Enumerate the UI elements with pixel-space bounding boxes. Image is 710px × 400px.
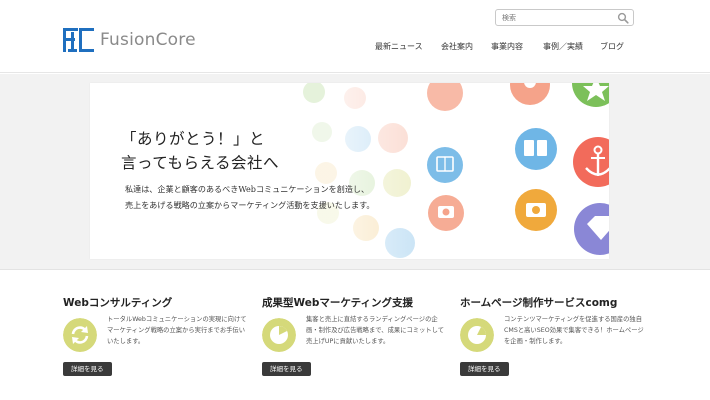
nav-item-blog[interactable]: ブログ bbox=[600, 41, 624, 52]
service-desc: コンテンツマーケティングを促進する国産の独自CMSと高いSEO効果で集客できる！… bbox=[504, 316, 644, 345]
hero-text: 私達は、企業と顧客のあるべきWebコミュニケーションを創造し、 売上をあげる戦略… bbox=[125, 182, 374, 214]
site-header: FusionCore 最新ニュース 会社案内 事業内容 事例／実績 ブログ bbox=[0, 0, 710, 73]
anchor-icon bbox=[573, 137, 609, 187]
detail-button[interactable]: 詳細を見る bbox=[262, 362, 311, 376]
diamond-icon bbox=[574, 203, 609, 255]
service-title[interactable]: Webコンサルティング bbox=[63, 295, 172, 310]
nav-item-news[interactable]: 最新ニュース bbox=[375, 41, 423, 52]
hero-title-line1: 「ありがとう！」と bbox=[121, 130, 266, 148]
hero-text-line1: 私達は、企業と顧客のあるべきWebコミュニケーションを創造し、 bbox=[125, 184, 370, 194]
main-nav: 最新ニュース 会社案内 事業内容 事例／実績 ブログ bbox=[0, 41, 710, 55]
pie-chart-icon bbox=[262, 318, 296, 352]
search-box bbox=[495, 9, 634, 26]
star-icon bbox=[572, 83, 609, 107]
pie-chart-icon bbox=[460, 318, 494, 352]
service-title[interactable]: 成果型Webマーケティング支援 bbox=[262, 295, 413, 310]
detail-button[interactable]: 詳細を見る bbox=[63, 362, 112, 376]
book-icon bbox=[515, 128, 557, 170]
hero-text-line2: 売上をあげる戦略の立案からマーケティング活動を支援いたします。 bbox=[125, 199, 375, 210]
detail-button[interactable]: 詳細を見る bbox=[460, 362, 509, 376]
nav-item-cases[interactable]: 事例／実績 bbox=[543, 41, 583, 52]
camera-icon-lower bbox=[515, 189, 557, 231]
nav-item-company[interactable]: 会社案内 bbox=[441, 41, 473, 52]
service-title[interactable]: ホームページ制作サービスcomg bbox=[460, 295, 617, 310]
service-desc: 集客と売上に直結するランディングページの企画・制作及び広告戦略まで、成果にコミッ… bbox=[306, 316, 445, 345]
service-desc: トータルWebコミュニケーションの実現に向けてマーケティング戦略の立案から実行ま… bbox=[107, 316, 247, 345]
nav-item-business[interactable]: 事業内容 bbox=[491, 41, 523, 52]
refresh-icon bbox=[63, 318, 97, 352]
search-icon[interactable] bbox=[617, 12, 629, 24]
hero-title-line2: 言ってもらえる会社へ bbox=[121, 154, 279, 173]
hero-title: 「ありがとう！」と 言ってもらえる会社へ bbox=[121, 127, 279, 175]
pin-icon bbox=[510, 83, 550, 105]
search-input[interactable] bbox=[502, 11, 612, 24]
hero-banner[interactable]: 「ありがとう！」と 言ってもらえる会社へ 私達は、企業と顧客のあるべきWebコミ… bbox=[90, 83, 609, 259]
